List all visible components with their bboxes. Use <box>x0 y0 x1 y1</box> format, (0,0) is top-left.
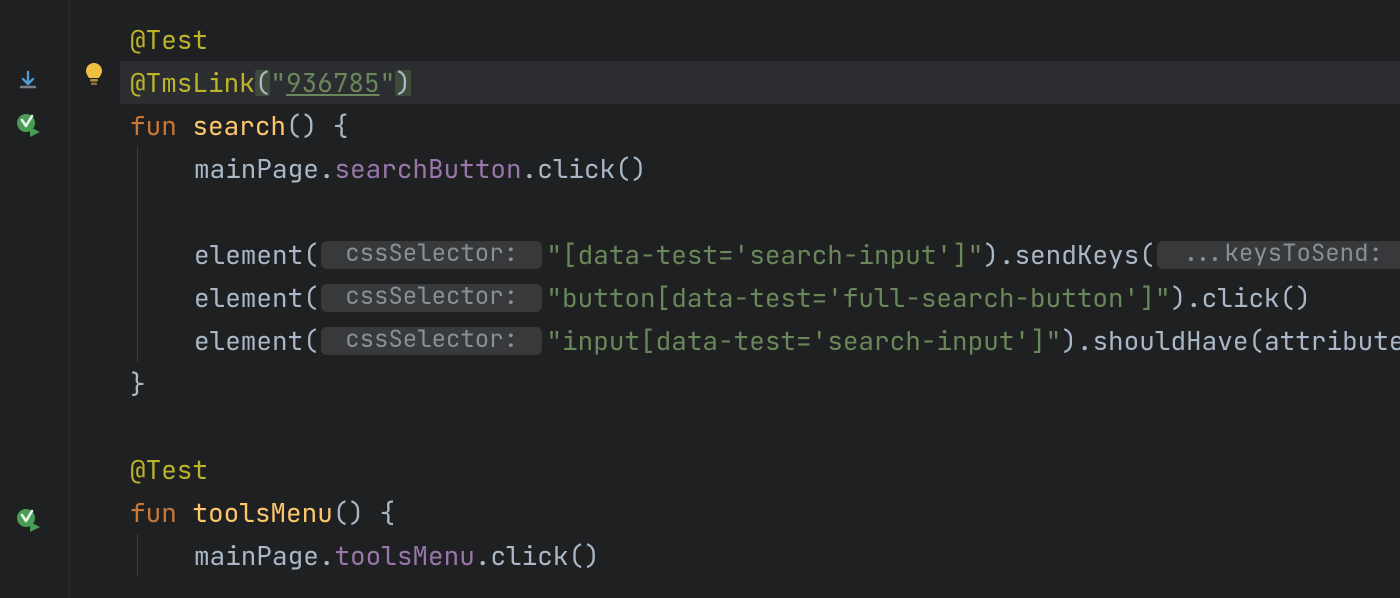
parameter-hint: cssSelector: <box>321 241 543 269</box>
dot: . <box>522 156 538 182</box>
parens: () <box>333 500 364 526</box>
method-call: shouldHave <box>1092 328 1248 354</box>
code-viewport[interactable]: @Test @TmsLink("936785") fun search() { … <box>120 0 1400 598</box>
tms-link-id[interactable]: 936785 <box>286 70 380 96</box>
string-quote: " <box>380 70 396 96</box>
parens: () <box>1280 285 1311 311</box>
code-line[interactable]: @Test <box>120 448 1400 491</box>
function-call: element <box>194 242 303 268</box>
method-call: click <box>537 156 615 182</box>
function-name: search <box>192 113 286 139</box>
code-line[interactable]: fun toolsMenu() { <box>120 491 1400 534</box>
run-test-gutter-icon[interactable] <box>14 506 42 534</box>
property: searchButton <box>334 156 521 182</box>
brace-open: { <box>364 500 395 526</box>
function-name: toolsMenu <box>192 500 332 526</box>
annotation: @TmsLink <box>130 70 255 96</box>
dot: . <box>1186 285 1202 311</box>
paren-close: ) <box>983 242 999 268</box>
code-line-highlighted[interactable]: @TmsLink("936785") <box>120 61 1400 104</box>
dot: . <box>999 242 1015 268</box>
annotation: @Test <box>130 27 208 53</box>
paren-close: ) <box>1061 328 1077 354</box>
function-call: element <box>194 328 303 354</box>
paren-open: ( <box>1139 242 1155 268</box>
function-call: attribute <box>1264 328 1400 354</box>
editor-gutter <box>0 0 70 598</box>
dot: . <box>319 156 335 182</box>
dot: . <box>475 543 491 569</box>
code-blank-line[interactable] <box>120 190 1400 233</box>
parens: () <box>286 113 317 139</box>
property: toolsMenu <box>334 543 474 569</box>
receiver: mainPage <box>194 156 319 182</box>
string-quote: " <box>270 70 286 96</box>
paren-open: ( <box>303 285 319 311</box>
brace-close: } <box>130 371 146 397</box>
string-literal: "input[data-test='search-input']" <box>546 328 1061 354</box>
method-call: sendKeys <box>1014 242 1139 268</box>
parameter-hint: cssSelector: <box>321 327 543 355</box>
parameter-hint: ...keysToSend: <box>1157 241 1400 269</box>
function-call: element <box>194 285 303 311</box>
dot: . <box>319 543 335 569</box>
keyword-fun: fun <box>130 500 177 526</box>
code-line[interactable]: element( cssSelector: "[data-test='searc… <box>120 233 1400 276</box>
string-literal: "[data-test='search-input']" <box>546 242 983 268</box>
code-blank-line[interactable] <box>120 405 1400 448</box>
code-line[interactable]: mainPage.searchButton.click() <box>120 147 1400 190</box>
download-gutter-icon[interactable] <box>14 67 42 95</box>
code-line[interactable]: fun search() { <box>120 104 1400 147</box>
run-test-gutter-icon[interactable] <box>14 111 42 139</box>
code-line[interactable]: @Test <box>120 18 1400 61</box>
method-call: click <box>490 543 568 569</box>
string-literal: "button[data-test='full-search-button']" <box>546 285 1170 311</box>
code-line[interactable]: element( cssSelector: "button[data-test=… <box>120 276 1400 319</box>
receiver: mainPage <box>194 543 319 569</box>
paren-open: ( <box>255 70 271 96</box>
paren-open: ( <box>303 328 319 354</box>
paren-open: ( <box>1248 328 1264 354</box>
dot: . <box>1077 328 1093 354</box>
paren-close: ) <box>1170 285 1186 311</box>
annotation: @Test <box>130 457 208 483</box>
intention-bulb-icon[interactable] <box>80 60 108 88</box>
parens: () <box>568 543 599 569</box>
paren-open: ( <box>303 242 319 268</box>
parens: () <box>615 156 646 182</box>
code-line[interactable]: } <box>120 362 1400 405</box>
code-line <box>120 0 1400 18</box>
method-call: click <box>1202 285 1280 311</box>
paren-close: ) <box>395 70 411 96</box>
brace-open: { <box>317 113 348 139</box>
code-line[interactable]: element( cssSelector: "input[data-test='… <box>120 319 1400 362</box>
parameter-hint: cssSelector: <box>321 284 543 312</box>
keyword-fun: fun <box>130 113 177 139</box>
editor-root: @Test @TmsLink("936785") fun search() { … <box>0 0 1400 598</box>
code-line[interactable]: mainPage.toolsMenu.click() <box>120 534 1400 577</box>
annotation-column <box>70 0 120 598</box>
